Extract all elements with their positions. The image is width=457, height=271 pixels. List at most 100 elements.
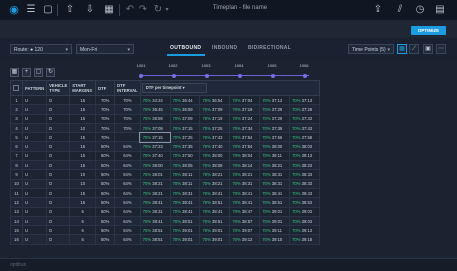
departure-time-cell[interactable]: 70% 37:54 [229,141,261,152]
redo-icon[interactable]: ↷ [137,4,149,16]
table-row[interactable]: 14 U D 6 50% 64% 70% 38:41 70% 38:51 70% 38:51 70… [10,215,320,227]
departure-time-cell[interactable]: 70% 36:45 [139,104,171,115]
dtf-cell[interactable]: 70% [95,132,116,143]
dtf-cell[interactable]: 50% [95,178,116,189]
departure-time-cell[interactable]: 70% 38:21 [199,169,231,180]
table-row[interactable]: 5 U D 15 70% 70% 37:15 70% 37:25 70% 37:43 70% 3… [10,131,320,144]
add-row-icon[interactable]: + [22,68,31,77]
row-number[interactable]: 16 [10,234,23,245]
dtf-cell[interactable]: 50% [95,234,116,245]
departure-time-cell[interactable]: 70% 38:41 [199,187,231,199]
departure-time-cell[interactable]: 70% 37:09 [169,113,201,124]
departure-time-cell[interactable]: 70% 38:51 [259,197,291,208]
pattern-cell[interactable]: U [21,104,48,115]
start-margin-cell[interactable]: 15 [69,94,97,106]
departure-time-cell[interactable]: 70% 38:51 [139,234,171,245]
start-margin-cell[interactable]: 15 [69,160,97,171]
departure-time-cell[interactable]: 70% 38:41 [229,197,261,208]
table-row[interactable]: 12 U D 15 50% 64% 70% 38:41 70% 38:41 70% 38:51 7… [10,197,320,208]
departure-time-cell[interactable]: 70% 38:00 [139,160,171,171]
departure-time-cell[interactable]: 70% 39:18 [289,234,320,245]
column-header-dtf[interactable]: DTF [95,80,116,96]
departure-time-cell[interactable]: 70% 38:41 [139,197,171,208]
departure-time-cell[interactable]: 70% 38:00 [199,150,231,162]
vehicle-type-cell[interactable]: D [46,215,71,227]
departure-time-cell[interactable]: 70% 38:41 [229,187,261,199]
download-icon[interactable]: ⇩ [84,4,96,16]
dtf-interval-cell[interactable]: 70% [114,122,141,134]
table-row[interactable]: 13 U D 6 50% 64% 70% 38:31 70% 38:41 70% 38:41 70… [10,206,320,217]
vehicle-type-cell[interactable]: D [46,122,71,134]
departure-time-cell[interactable]: 70% 37:58 [289,132,320,143]
vehicle-type-cell[interactable]: D [46,132,71,143]
departure-time-cell[interactable]: 70% 38:21 [199,178,231,189]
folder-icon[interactable]: ▢ [42,4,54,16]
table-view-icon[interactable]: ▦ [397,44,407,54]
dtf-cell[interactable]: 50% [95,160,116,171]
departure-time-cell[interactable]: 70% 38:33 [289,169,320,180]
departure-time-cell[interactable]: 70% 37:43 [199,132,231,143]
vehicle-type-cell[interactable]: D [46,141,71,152]
departure-time-cell[interactable]: 70% 36:59 [139,113,171,124]
pattern-cell[interactable]: U [21,187,48,199]
vehicle-type-cell[interactable]: D [46,234,71,245]
row-number[interactable]: 13 [10,206,23,217]
dtf-interval-cell[interactable]: 64% [114,215,141,227]
start-margin-cell[interactable]: 10 [69,178,97,189]
start-margin-cell[interactable]: 10 [69,169,97,180]
departure-time-cell[interactable]: 70% 37:54 [229,132,261,143]
timepoint-dot[interactable] [139,73,143,78]
departure-time-cell[interactable]: 70% 38:51 [169,215,201,227]
dtf-interval-cell[interactable]: 64% [114,187,141,199]
table-row[interactable]: 3 U D 15 70% 70% 70% 36:59 70% 37:09 70% 37:19 70… [10,113,320,124]
departure-time-cell[interactable]: 70% 37:04 [229,94,261,106]
departure-time-cell[interactable]: 70% 39:03 [289,206,320,217]
day-dropdown[interactable]: Mon-Fri ▾ [76,44,134,54]
departure-time-cell[interactable]: 70% 38:51 [199,215,231,227]
departure-time-cell[interactable]: 70% 37:25 [199,122,231,134]
departure-time-cell[interactable]: 70% 38:53 [289,197,320,208]
pattern-cell[interactable]: U [21,160,48,171]
row-number[interactable]: 15 [10,225,23,236]
vehicle-type-cell[interactable]: D [46,160,71,171]
departure-time-cell[interactable]: 70% 39:12 [229,234,261,245]
dtf-interval-cell[interactable]: 70% [114,94,141,106]
tab-bidirectional[interactable]: BIDIRECTIONAL [248,45,291,51]
departure-time-cell[interactable]: 70% 37:25 [169,132,201,143]
row-number[interactable]: 2 [10,104,23,115]
logo-icon[interactable]: ◉ [8,4,20,16]
departure-time-cell[interactable]: 70% 38:31 [259,169,291,180]
calendar-icon[interactable]: ▤ [434,4,446,16]
departure-time-cell[interactable]: 70% 38:41 [139,215,171,227]
pattern-cell[interactable]: U [21,150,48,162]
vehicle-type-cell[interactable]: D [46,225,71,236]
departure-time-cell[interactable]: 70% 37:40 [199,141,231,152]
departure-time-cell[interactable]: 70% 37:15 [139,131,172,144]
departure-time-cell[interactable]: 70% 39:13 [289,225,320,236]
timepoint-dot[interactable] [172,73,176,78]
copy-icon[interactable]: ▢ [34,68,43,77]
departure-time-cell[interactable]: 70% 36:59 [169,104,201,115]
departure-time-cell[interactable]: 70% 37:19 [199,113,231,124]
departure-time-cell[interactable]: 70% 37:15 [169,122,201,134]
departure-time-cell[interactable]: 70% 39:01 [259,215,291,227]
timepoint-dot[interactable] [271,73,275,78]
departure-time-cell[interactable]: 70% 38:04 [229,150,261,162]
departure-time-cell[interactable]: 70% 37:09 [139,122,171,134]
departure-time-cell[interactable]: 70% 38:21 [259,160,291,171]
table-row[interactable]: 2 U D 15 70% 70% 70% 36:45 70% 36:59 70% 37:09 70… [10,104,320,115]
pattern-cell[interactable]: U [21,225,48,236]
departure-time-cell[interactable]: 70% 38:03 [289,141,320,152]
pattern-cell[interactable]: U [21,206,48,217]
dtf-interval-cell[interactable]: 64% [114,206,141,217]
dtf-cell[interactable]: 70% [95,104,116,115]
departure-time-cell[interactable]: 70% 38:31 [169,187,201,199]
checkbox-icon[interactable] [13,84,19,91]
start-margin-cell[interactable]: 15 [69,113,97,124]
departure-time-cell[interactable]: 70% 37:23 [139,141,171,152]
pattern-cell[interactable]: U [21,178,48,189]
row-number[interactable]: 10 [10,178,23,189]
vehicle-type-cell[interactable]: D [46,206,71,217]
clock-icon[interactable]: ◷ [414,4,426,16]
start-margin-cell[interactable]: 15 [69,150,97,162]
